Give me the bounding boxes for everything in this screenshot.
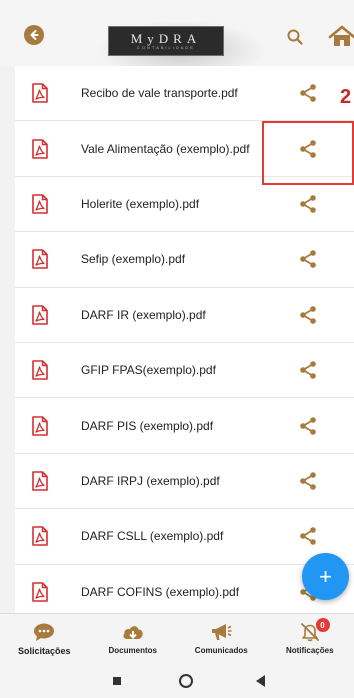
pdf-file-icon	[32, 304, 48, 325]
document-row[interactable]: DARF IR (exemplo).pdf	[15, 287, 354, 343]
pdf-file-icon	[32, 581, 48, 602]
home-system-button[interactable]	[179, 674, 193, 688]
home-button[interactable]	[328, 24, 354, 48]
search-icon	[287, 29, 303, 45]
nav-label-documentos: Documentos	[108, 646, 157, 655]
back-system-button[interactable]	[256, 675, 265, 687]
document-row[interactable]: DARF IRPJ (exemplo).pdf	[15, 453, 354, 510]
document-name: Recibo de vale transporte.pdf	[81, 86, 238, 101]
document-row[interactable]: Sefip (exemplo).pdf	[15, 232, 354, 288]
share-icon[interactable]	[298, 249, 318, 269]
arrow-left-icon	[30, 30, 39, 40]
document-name: GFIP FPAS(exemplo).pdf	[81, 363, 216, 378]
nav-comunicados[interactable]: Comunicados	[177, 614, 266, 663]
plus-icon: +	[319, 563, 332, 589]
bottom-navigation: Solicitações Documentos Comunicados 0 No…	[0, 613, 354, 663]
nav-solicitacoes[interactable]: Solicitações	[0, 614, 89, 663]
document-name: Sefip (exemplo).pdf	[81, 252, 186, 267]
notification-badge: 0	[315, 618, 330, 632]
pdf-file-icon	[32, 83, 48, 103]
pdf-file-icon	[32, 249, 48, 270]
share-icon[interactable]	[298, 360, 318, 380]
pdf-file-icon	[32, 138, 48, 159]
document-row[interactable]: DARF CSLL (exemplo).pdf	[15, 509, 354, 565]
cloud-download-icon	[123, 626, 143, 639]
home-icon	[328, 25, 354, 46]
share-icon[interactable]	[298, 526, 318, 546]
document-name: DARF IRPJ (exemplo).pdf	[81, 473, 220, 488]
document-row[interactable]: Recibo de vale transporte.pdf	[15, 66, 354, 122]
back-button[interactable]	[24, 25, 44, 45]
pdf-file-icon	[32, 415, 48, 436]
share-icon[interactable]	[298, 416, 318, 436]
document-name: Holerite (exemplo).pdf	[81, 196, 200, 211]
document-name: DARF CSLL (exemplo).pdf	[81, 529, 224, 544]
pdf-file-icon	[32, 526, 48, 547]
system-navigation-bar	[0, 663, 354, 698]
document-name: DARF PIS (exemplo).pdf	[81, 418, 214, 433]
nav-label-solicitacoes: Solicitações	[17, 646, 71, 656]
app-logo: MyDRA CONTABILIDADE	[108, 26, 224, 56]
pdf-file-icon	[32, 471, 48, 491]
app-header: MyDRA CONTABILIDADE	[0, 0, 354, 80]
nav-documentos[interactable]: Documentos	[89, 614, 178, 663]
add-document-button[interactable]: +	[302, 553, 349, 600]
document-row[interactable]: Holerite (exemplo).pdf	[15, 176, 354, 233]
logo-main-text: MyDRA	[130, 30, 202, 46]
annotation-number: 2	[340, 86, 352, 108]
document-name: DARF IR (exemplo).pdf	[81, 307, 206, 322]
app-screen: MyDRA CONTABILIDADE Recibo de vale trans…	[0, 0, 354, 698]
pdf-file-icon	[32, 194, 48, 214]
share-icon[interactable]	[298, 471, 318, 491]
document-row[interactable]: DARF PIS (exemplo).pdf	[15, 398, 354, 454]
logo-sub-text: CONTABILIDADE	[137, 44, 195, 50]
recents-button[interactable]	[113, 677, 121, 685]
document-name: Vale Alimentação (exemplo).pdf	[81, 141, 250, 156]
document-name: DARF COFINS (exemplo).pdf	[81, 584, 240, 599]
share-icon[interactable]	[298, 305, 318, 325]
nav-label-notificacoes: Notificações	[285, 646, 334, 655]
share-icon[interactable]	[298, 194, 318, 214]
nav-notificacoes[interactable]: 0 Notificações	[266, 614, 354, 663]
pdf-file-icon	[32, 360, 48, 380]
share-icon[interactable]	[298, 83, 318, 103]
nav-label-comunicados: Comunicados	[194, 646, 248, 655]
megaphone-icon	[212, 624, 232, 640]
search-button[interactable]	[286, 28, 304, 46]
chat-icon	[34, 623, 55, 641]
document-row[interactable]: GFIP FPAS(exemplo).pdf	[15, 342, 354, 399]
annotation-highlight-box	[262, 121, 354, 185]
